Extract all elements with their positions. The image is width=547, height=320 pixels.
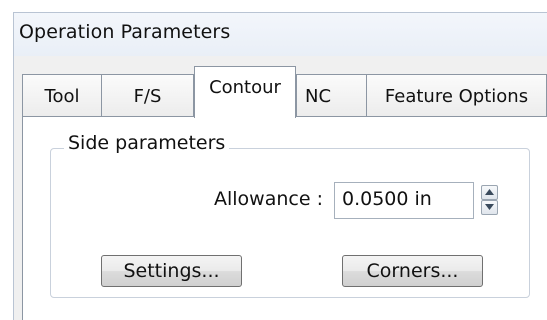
- allowance-input[interactable]: 0.0500 in: [334, 182, 474, 219]
- settings-button[interactable]: Settings...: [101, 255, 242, 287]
- spinner-down-button[interactable]: [481, 200, 498, 215]
- side-parameters-group-title: Side parameters: [64, 132, 230, 154]
- allowance-label: Allowance :: [214, 188, 323, 210]
- tab-nc[interactable]: NC: [296, 74, 367, 117]
- tab-contour[interactable]: Contour: [194, 66, 296, 118]
- chevron-up-icon: [485, 189, 494, 195]
- spinner-up-button[interactable]: [481, 185, 498, 200]
- tab-fs[interactable]: F/S: [101, 74, 194, 117]
- tab-tool[interactable]: Tool: [22, 74, 102, 117]
- chevron-down-icon: [485, 204, 494, 210]
- window-title: Operation Parameters: [19, 21, 231, 43]
- window-titlebar: Operation Parameters: [14, 13, 547, 56]
- corners-button[interactable]: Corners...: [342, 255, 483, 287]
- allowance-spinner[interactable]: [481, 185, 498, 215]
- tab-feature-options[interactable]: Feature Options: [366, 74, 547, 117]
